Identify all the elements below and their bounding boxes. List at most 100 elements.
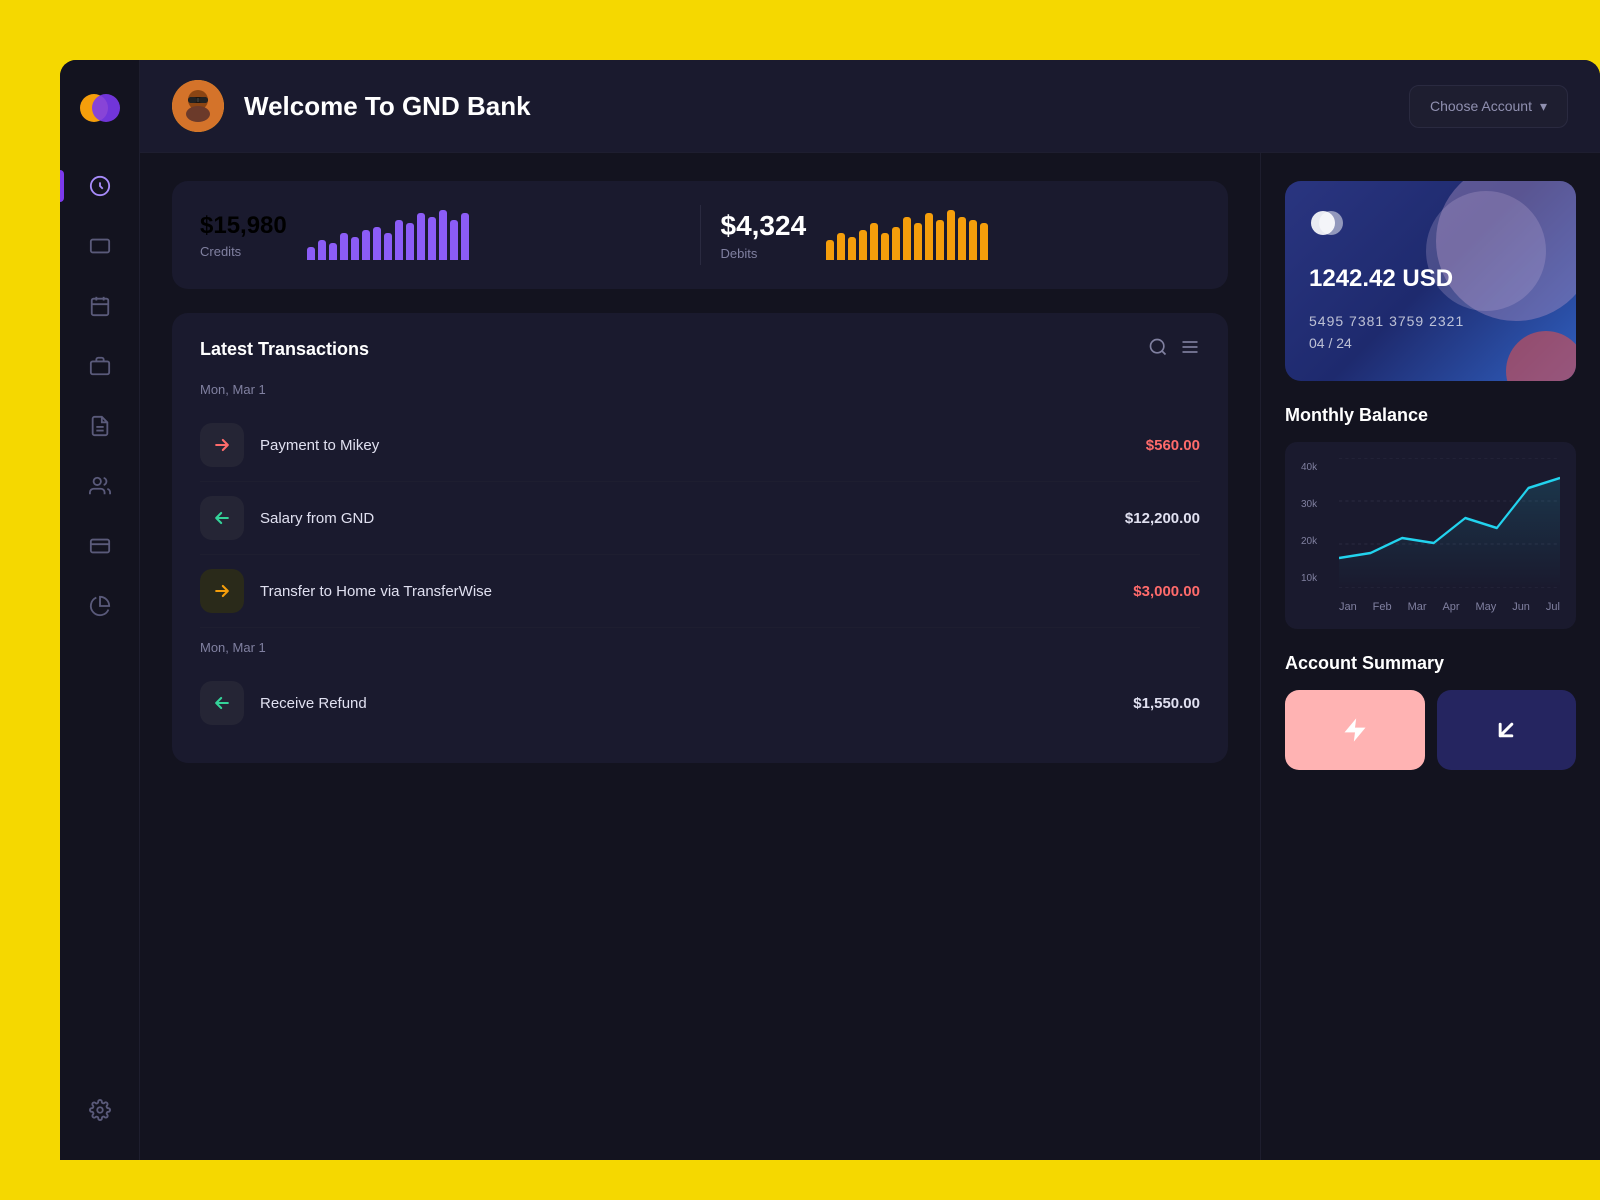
arrow-down-left-icon <box>1492 716 1520 744</box>
debits-chart <box>826 210 988 260</box>
transactions-title: Latest Transactions <box>200 339 369 360</box>
bar <box>318 240 326 260</box>
bar <box>362 230 370 260</box>
card-amount: 1242.42 USD <box>1309 265 1552 293</box>
tx-icon-payment <box>200 423 244 467</box>
bar <box>903 217 911 260</box>
table-row: Receive Refund $1,550.00 <box>200 667 1200 739</box>
right-panel: 1242.42 USD 5495 7381 3759 2321 04 / 24 … <box>1260 153 1600 1160</box>
date-label-1: Mon, Mar 1 <box>200 382 1200 397</box>
y-label-30k: 30k <box>1301 499 1331 510</box>
bar <box>406 223 414 260</box>
bar <box>848 237 856 260</box>
y-label-10k: 10k <box>1301 573 1331 584</box>
bar <box>936 220 944 260</box>
summary-card-pink[interactable] <box>1285 690 1425 770</box>
chart-x-labels: Jan Feb Mar Apr May Jun Jul <box>1301 601 1560 613</box>
table-row: Salary from GND $12,200.00 <box>200 482 1200 555</box>
sidebar <box>60 60 140 1160</box>
tx-name-3: Transfer to Home via TransferWise <box>260 583 1117 600</box>
transactions-actions <box>1148 337 1200 362</box>
menu-icon[interactable] <box>1180 337 1200 362</box>
credits-amount: $15,980 <box>200 212 287 240</box>
bar <box>340 233 348 260</box>
sidebar-item-settings[interactable] <box>76 1086 124 1134</box>
search-icon[interactable] <box>1148 337 1168 362</box>
tx-icon-transfer <box>200 569 244 613</box>
table-row: Payment to Mikey $560.00 <box>200 409 1200 482</box>
sidebar-item-documents[interactable] <box>76 402 124 450</box>
bar <box>947 210 955 260</box>
credits-info: $15,980 Credits <box>200 212 287 259</box>
credits-label: Credits <box>200 244 287 259</box>
tx-icon-salary <box>200 496 244 540</box>
sidebar-item-calendar[interactable] <box>76 282 124 330</box>
tx-amount-4: $1,550.00 <box>1133 695 1200 712</box>
x-label-apr: Apr <box>1442 601 1459 613</box>
avatar-face <box>172 80 224 132</box>
tx-name-1: Payment to Mikey <box>260 437 1130 454</box>
date-label-2: Mon, Mar 1 <box>200 640 1200 655</box>
tx-amount-1: $560.00 <box>1146 437 1200 454</box>
bar <box>450 220 458 260</box>
sidebar-item-wallet[interactable] <box>76 222 124 270</box>
main-panel: $15,980 Credits $4,324 Debits <box>140 153 1260 1160</box>
transactions-card: Latest Transactions <box>172 313 1228 763</box>
debits-stat: $4,324 Debits <box>721 210 1201 261</box>
y-label-20k: 20k <box>1301 536 1331 547</box>
summary-card-dark-blue[interactable] <box>1437 690 1577 770</box>
bar <box>351 237 359 260</box>
choose-account-button[interactable]: Choose Account <box>1409 85 1568 128</box>
credits-chart <box>307 210 469 260</box>
sidebar-item-analytics[interactable] <box>76 582 124 630</box>
header: Welcome To GND Bank Choose Account <box>140 60 1600 153</box>
bar <box>329 243 337 260</box>
debits-label: Debits <box>721 246 807 261</box>
card-decoration-2 <box>1426 191 1546 311</box>
credits-stat: $15,980 Credits <box>200 210 680 260</box>
x-label-mar: Mar <box>1408 601 1427 613</box>
x-label-jun: Jun <box>1512 601 1530 613</box>
bar <box>439 210 447 260</box>
sidebar-item-dashboard[interactable] <box>76 162 124 210</box>
card-expiry: 04 / 24 <box>1309 335 1552 351</box>
outer-wrapper: Welcome To GND Bank Choose Account $15,9… <box>0 0 1600 1200</box>
bar <box>373 227 381 260</box>
page-title: Welcome To GND Bank <box>244 91 1389 122</box>
card-logo <box>1309 205 1345 241</box>
bar <box>969 220 977 260</box>
monthly-balance-title: Monthly Balance <box>1285 405 1576 426</box>
tx-name-4: Receive Refund <box>260 695 1117 712</box>
transactions-header: Latest Transactions <box>200 337 1200 362</box>
bar <box>870 223 878 260</box>
tx-name-2: Salary from GND <box>260 510 1109 527</box>
sidebar-item-briefcase[interactable] <box>76 342 124 390</box>
bar <box>461 213 469 260</box>
bar <box>428 217 436 260</box>
content-area: $15,980 Credits $4,324 Debits <box>140 153 1600 1160</box>
bar <box>384 233 392 260</box>
account-summary-cards <box>1285 690 1576 770</box>
bar <box>958 217 966 260</box>
bar <box>925 213 933 260</box>
bar <box>417 213 425 260</box>
balance-chart: 40k 30k 20k 10k <box>1285 442 1576 629</box>
monthly-balance-chart <box>1339 458 1560 588</box>
account-summary-title: Account Summary <box>1285 653 1576 674</box>
tx-amount-3: $3,000.00 <box>1133 583 1200 600</box>
account-summary-section: Account Summary <box>1285 653 1576 770</box>
bar <box>859 230 867 260</box>
table-row: Transfer to Home via TransferWise $3,000… <box>200 555 1200 628</box>
app-logo[interactable] <box>76 84 124 132</box>
monthly-balance-section: Monthly Balance 40k 30k 20k 10k <box>1285 405 1576 629</box>
y-label-40k: 40k <box>1301 462 1331 473</box>
bar <box>826 240 834 260</box>
debits-amount: $4,324 <box>721 210 807 242</box>
avatar <box>172 80 224 132</box>
bolt-icon <box>1341 716 1369 744</box>
main-content: Welcome To GND Bank Choose Account $15,9… <box>140 60 1600 1160</box>
stats-card: $15,980 Credits $4,324 Debits <box>172 181 1228 289</box>
sidebar-item-cards[interactable] <box>76 522 124 570</box>
sidebar-item-users[interactable] <box>76 462 124 510</box>
app-container: Welcome To GND Bank Choose Account $15,9… <box>60 60 1600 1160</box>
